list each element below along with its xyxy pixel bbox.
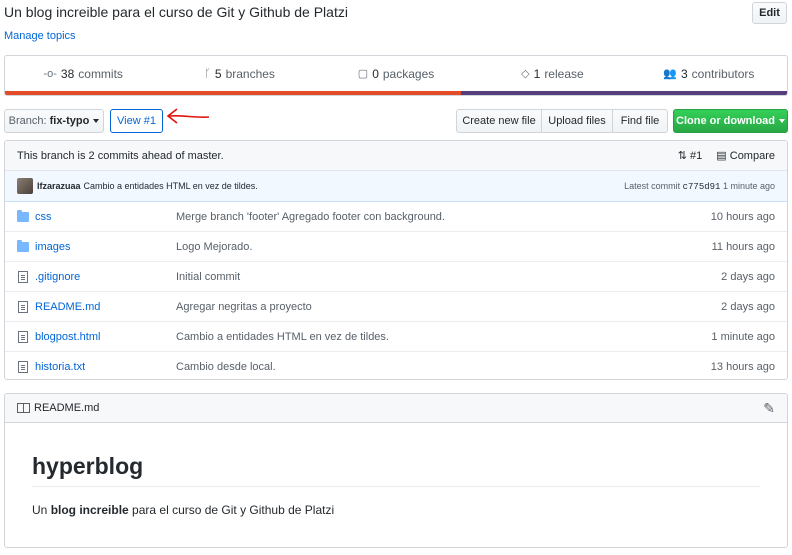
manage-topics-link[interactable]: Manage topics — [4, 30, 76, 42]
file-commit-message[interactable]: Initial commit — [176, 271, 677, 283]
branches-link[interactable]: ᚴ 5 branches — [161, 56, 317, 91]
diff-icon: ▤ — [716, 150, 727, 162]
readme-content: hyperblog Un blog increible para el curs… — [5, 423, 787, 547]
readme-text-suffix: para el curso de Git y Github de Platzi — [128, 503, 335, 517]
file-row-historia[interactable]: historia.txt Cambio desde local. 13 hour… — [5, 352, 787, 379]
file-commit-message[interactable]: Cambio a entidades HTML en vez de tildes… — [176, 331, 677, 343]
commit-message[interactable]: Cambio a entidades HTML en vez de tildes… — [84, 181, 258, 191]
file-browser: This branch is 2 commits ahead of master… — [4, 140, 788, 380]
commits-count: 38 — [60, 66, 75, 81]
compare-label: Compare — [729, 150, 775, 162]
branch-value: fix-typo — [49, 115, 90, 127]
commit-icon: -o- — [43, 67, 57, 80]
clone-download-button[interactable]: Clone or download — [673, 109, 788, 133]
branch-select-button[interactable]: Branch: fix-typo — [4, 109, 104, 133]
folder-icon — [17, 209, 29, 222]
releases-count: 1 — [533, 66, 541, 81]
file-name[interactable]: images — [35, 241, 176, 253]
find-file-button[interactable]: Find file — [612, 109, 668, 133]
file-row-css[interactable]: css Merge branch 'footer' Agregado foote… — [5, 202, 787, 232]
readme-text-bold: blog increible — [50, 503, 129, 517]
pencil-icon[interactable]: ✎ — [763, 400, 775, 417]
tag-icon: ◇ — [521, 68, 530, 80]
pull-request-number: #1 — [690, 150, 703, 162]
contributors-label: contributors — [691, 66, 755, 81]
language-bar-html — [5, 91, 461, 95]
branch-icon: ᚴ — [204, 67, 211, 80]
folder-icon — [17, 239, 29, 252]
package-icon: ▢ — [357, 68, 369, 80]
file-row-blogpost[interactable]: blogpost.html Cambio a entidades HTML en… — [5, 322, 787, 352]
ahead-text: This branch is 2 commits ahead of master… — [17, 149, 224, 162]
file-name[interactable]: .gitignore — [35, 271, 176, 283]
file-age: 10 hours ago — [710, 210, 775, 223]
commits-label: commits — [78, 66, 123, 81]
branch-status-bar: This branch is 2 commits ahead of master… — [5, 141, 787, 171]
readme-paragraph: Un blog increible para el curso de Git y… — [32, 503, 760, 517]
file-row-readme[interactable]: README.md Agregar negritas a proyecto 2 … — [5, 292, 787, 322]
view-pull-request-button[interactable]: View #1 — [110, 109, 163, 133]
repo-description: Un blog increible para el curso de Git y… — [4, 4, 348, 20]
file-age: 2 days ago — [721, 270, 775, 283]
file-age: 1 minute ago — [711, 330, 775, 343]
packages-count: 0 — [372, 66, 379, 81]
packages-label: packages — [382, 66, 435, 81]
repo-summary: -o- 38 commits ᚴ 5 branches ▢ 0 packages… — [4, 55, 788, 96]
readme-filename: README.md — [34, 402, 100, 414]
file-age: 13 hours ago — [710, 361, 775, 373]
file-commit-message[interactable]: Merge branch 'footer' Agregado footer co… — [176, 211, 677, 223]
file-name[interactable]: historia.txt — [35, 361, 176, 373]
releases-link[interactable]: ◇ 1 release — [474, 56, 630, 91]
file-commit-message[interactable]: Agregar negritas a proyecto — [176, 301, 677, 313]
file-age: 2 days ago — [721, 300, 775, 313]
file-icon — [18, 361, 28, 373]
latest-commit-info: Latest commit c775d91 1 minute ago — [624, 181, 775, 192]
caret-down-icon — [779, 119, 785, 123]
caret-down-icon — [93, 119, 100, 123]
language-bar-css — [461, 91, 787, 95]
file-icon — [18, 270, 28, 283]
pull-request-link[interactable]: ⇅ #1 — [678, 149, 703, 162]
compare-link[interactable]: ▤ Compare — [716, 149, 775, 162]
branches-label: branches — [225, 66, 275, 81]
file-name[interactable]: css — [35, 211, 176, 223]
file-icon — [18, 330, 28, 343]
upload-files-button[interactable]: Upload files — [541, 109, 613, 133]
contributors-count: 3 — [680, 66, 688, 81]
create-new-file-button[interactable]: Create new file — [456, 109, 542, 133]
file-icon — [18, 300, 28, 313]
commit-author[interactable]: lfzarazuaa — [37, 181, 81, 191]
language-bar[interactable] — [5, 91, 787, 95]
readme-text-prefix: Un — [32, 503, 51, 517]
clone-label: Clone or download — [676, 115, 775, 127]
pull-request-icon: ⇅ — [677, 150, 687, 162]
edit-description-button[interactable]: Edit — [752, 2, 787, 24]
commit-time: 1 minute ago — [722, 180, 775, 191]
red-arrow-annotation — [166, 108, 210, 124]
file-commit-message[interactable]: Cambio desde local. — [176, 361, 677, 373]
file-name[interactable]: README.md — [35, 301, 176, 313]
file-commit-message[interactable]: Logo Mejorado. — [176, 241, 677, 253]
people-icon: 👥 — [663, 68, 677, 80]
file-name[interactable]: blogpost.html — [35, 331, 176, 343]
file-age: 11 hours ago — [711, 240, 775, 253]
releases-label: release — [544, 66, 584, 81]
packages-link[interactable]: ▢ 0 packages — [318, 56, 474, 91]
file-row-images[interactable]: images Logo Mejorado. 11 hours ago — [5, 232, 787, 262]
commit-sha[interactable]: c775d91 — [683, 182, 721, 192]
latest-commit-bar: lfzarazuaa Cambio a entidades HTML en ve… — [5, 171, 787, 202]
readme-title: hyperblog — [32, 453, 760, 487]
latest-commit-prefix: Latest commit — [624, 180, 681, 191]
readme-panel: README.md ✎ hyperblog Un blog increible … — [4, 393, 788, 548]
commits-link[interactable]: -o- 38 commits — [5, 56, 161, 91]
branches-count: 5 — [214, 66, 222, 81]
file-row-gitignore[interactable]: .gitignore Initial commit 2 days ago — [5, 262, 787, 292]
book-icon — [17, 403, 30, 413]
avatar[interactable] — [17, 178, 33, 194]
contributors-link[interactable]: 👥 3 contributors — [631, 56, 787, 91]
branch-label: Branch: — [8, 115, 47, 127]
readme-header: README.md ✎ — [5, 394, 787, 423]
